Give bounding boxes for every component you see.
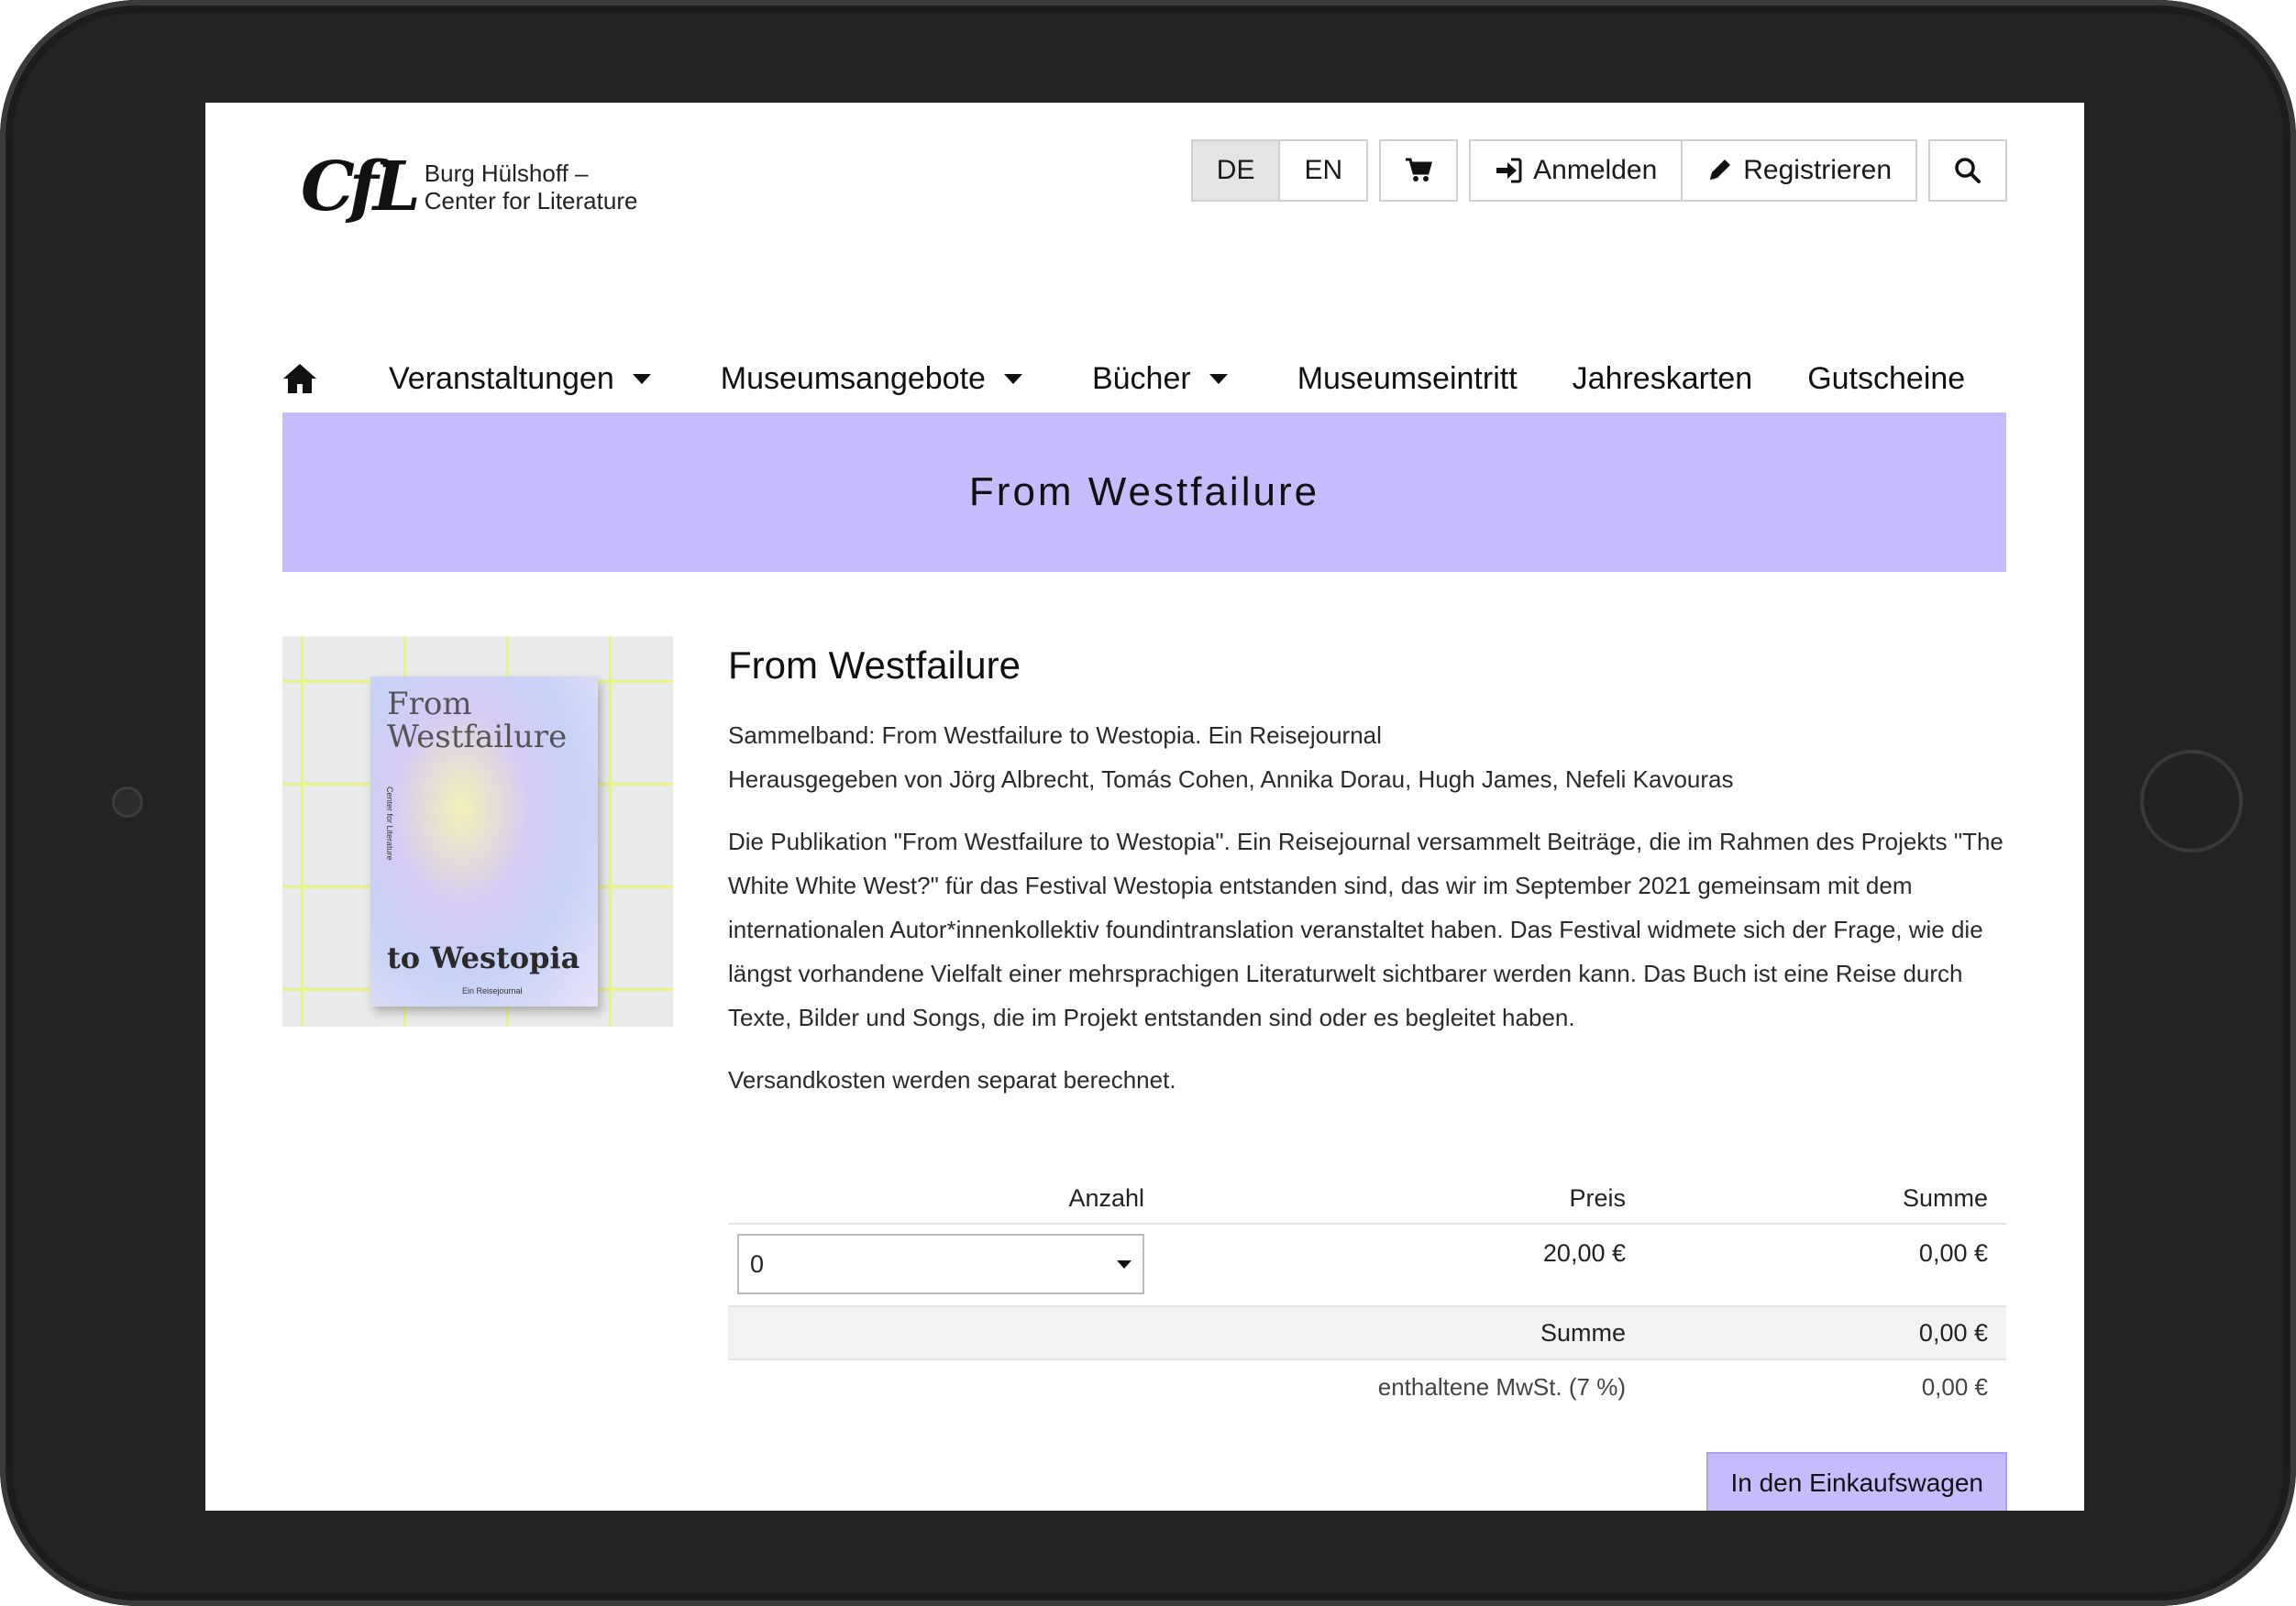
shipping-note: Versandkosten werden separat berechnet. xyxy=(728,1066,1176,1094)
cover-title-bottom: to Westopia xyxy=(387,940,580,975)
product-title: From Westfailure xyxy=(728,644,1021,687)
nav-label: Jahreskarten xyxy=(1572,360,1753,396)
site-logo[interactable]: CfL Burg Hülshoff – Center for Literatur… xyxy=(301,150,637,224)
home-icon xyxy=(283,364,316,393)
table-header: Anzahl Preis Summe xyxy=(728,1173,2006,1225)
register-label: Registrieren xyxy=(1743,155,1892,185)
pencil-icon xyxy=(1710,160,1731,180)
search-icon xyxy=(1955,158,1981,183)
nav-item-museumseintritt[interactable]: Museumseintritt xyxy=(1297,361,1518,397)
account-buttons: Anmelden Registrieren xyxy=(1469,139,1917,202)
logo-line-2: Center for Literature xyxy=(424,187,638,214)
main-nav: Veranstaltungen Museumsangebote Bücher M… xyxy=(282,350,2006,407)
vat-label: enthaltene MwSt. (7 %) xyxy=(1377,1372,1626,1401)
home-button[interactable] xyxy=(2140,750,2243,852)
cover-title-top: From Westfailure xyxy=(387,688,567,754)
sign-in-icon xyxy=(1496,158,1522,183)
product-editors: Herausgegeben von Jörg Albrecht, Tomás C… xyxy=(728,765,1734,793)
search-button[interactable] xyxy=(1928,139,2007,202)
page-banner: From Westfailure xyxy=(282,412,2006,572)
logo-mark: CfL xyxy=(301,148,421,226)
chevron-down-icon xyxy=(632,373,651,384)
tablet-frame: CfL Burg Hülshoff – Center for Literatur… xyxy=(0,0,2296,1606)
logo-text: Burg Hülshoff – Center for Literature xyxy=(425,160,638,214)
product-info: From Westfailure Sammelband: From Westfa… xyxy=(728,644,2006,1102)
camera-icon xyxy=(112,786,143,818)
chevron-down-icon xyxy=(1117,1260,1131,1269)
login-button[interactable]: Anmelden xyxy=(1471,141,1683,200)
price-cell: 20,00 € xyxy=(1542,1239,1626,1267)
nav-item-gutscheine[interactable]: Gutscheine xyxy=(1807,361,1965,397)
cart-button[interactable] xyxy=(1379,139,1459,202)
cover-subtitle: Ein Reisejournal xyxy=(462,986,523,996)
quantity-select[interactable]: 0 xyxy=(737,1234,1144,1294)
book-cover: From Westfailure Center for Literature t… xyxy=(370,676,598,1006)
quantity-value: 0 xyxy=(750,1249,765,1278)
nav-label: Museumseintritt xyxy=(1297,360,1518,396)
nav-item-buecher[interactable]: Bücher xyxy=(1092,361,1228,397)
nav-label: Gutscheine xyxy=(1807,360,1966,396)
nav-label: Bücher xyxy=(1091,360,1191,396)
lang-en-button[interactable]: EN xyxy=(1280,141,1367,200)
vat-row: enthaltene MwSt. (7 %) 0,00 € xyxy=(728,1360,2006,1414)
nav-item-veranstaltungen[interactable]: Veranstaltungen xyxy=(389,361,651,397)
top-toolbar: DE EN Anmelden Registrieren xyxy=(1190,139,2007,202)
add-to-cart-button[interactable]: In den Einkaufswagen xyxy=(1706,1452,2007,1511)
header-total: Summe xyxy=(1902,1183,1988,1212)
nav-item-museumsangebote[interactable]: Museumsangebote xyxy=(721,361,1022,397)
price-table: Anzahl Preis Summe 0 20,00 € 0,00 € Summ… xyxy=(728,1173,2006,1414)
nav-home[interactable] xyxy=(282,363,317,394)
quantity-cell: 0 xyxy=(728,1225,1144,1305)
product-subtitle: Sammelband: From Westfailure to Westopia… xyxy=(728,721,1382,749)
total-cell: 0,00 € xyxy=(1918,1239,1988,1267)
browser-viewport: CfL Burg Hülshoff – Center for Literatur… xyxy=(205,103,2084,1511)
page-title: From Westfailure xyxy=(968,469,1320,514)
nav-label: Museumsangebote xyxy=(720,360,986,396)
nav-label: Veranstaltungen xyxy=(389,360,614,396)
sum-value: 0,00 € xyxy=(1918,1318,1988,1347)
header-quantity: Anzahl xyxy=(1068,1183,1144,1212)
product-description: Die Publikation "From Westfailure to Wes… xyxy=(728,828,2003,1031)
product-image[interactable]: From Westfailure Center for Literature t… xyxy=(282,636,673,1027)
table-row: 0 20,00 € 0,00 € xyxy=(728,1225,2006,1307)
language-switcher: DE EN xyxy=(1190,139,1369,202)
cover-spine-text: Center for Literature xyxy=(385,786,394,861)
register-button[interactable]: Registrieren xyxy=(1683,141,1915,200)
nav-item-jahreskarten[interactable]: Jahreskarten xyxy=(1573,361,1753,397)
login-label: Anmelden xyxy=(1533,155,1658,185)
cart-icon xyxy=(1406,158,1433,182)
sum-row: Summe 0,00 € xyxy=(728,1307,2006,1360)
chevron-down-icon xyxy=(1209,373,1228,384)
sum-label: Summe xyxy=(1540,1318,1626,1347)
lang-de-button[interactable]: DE xyxy=(1192,141,1281,200)
cover-title-top-text: From Westfailure xyxy=(387,686,568,755)
vat-value: 0,00 € xyxy=(1921,1372,1988,1401)
header-price: Preis xyxy=(1569,1183,1626,1212)
chevron-down-icon xyxy=(1003,373,1022,384)
logo-line-1: Burg Hülshoff – xyxy=(424,160,589,187)
